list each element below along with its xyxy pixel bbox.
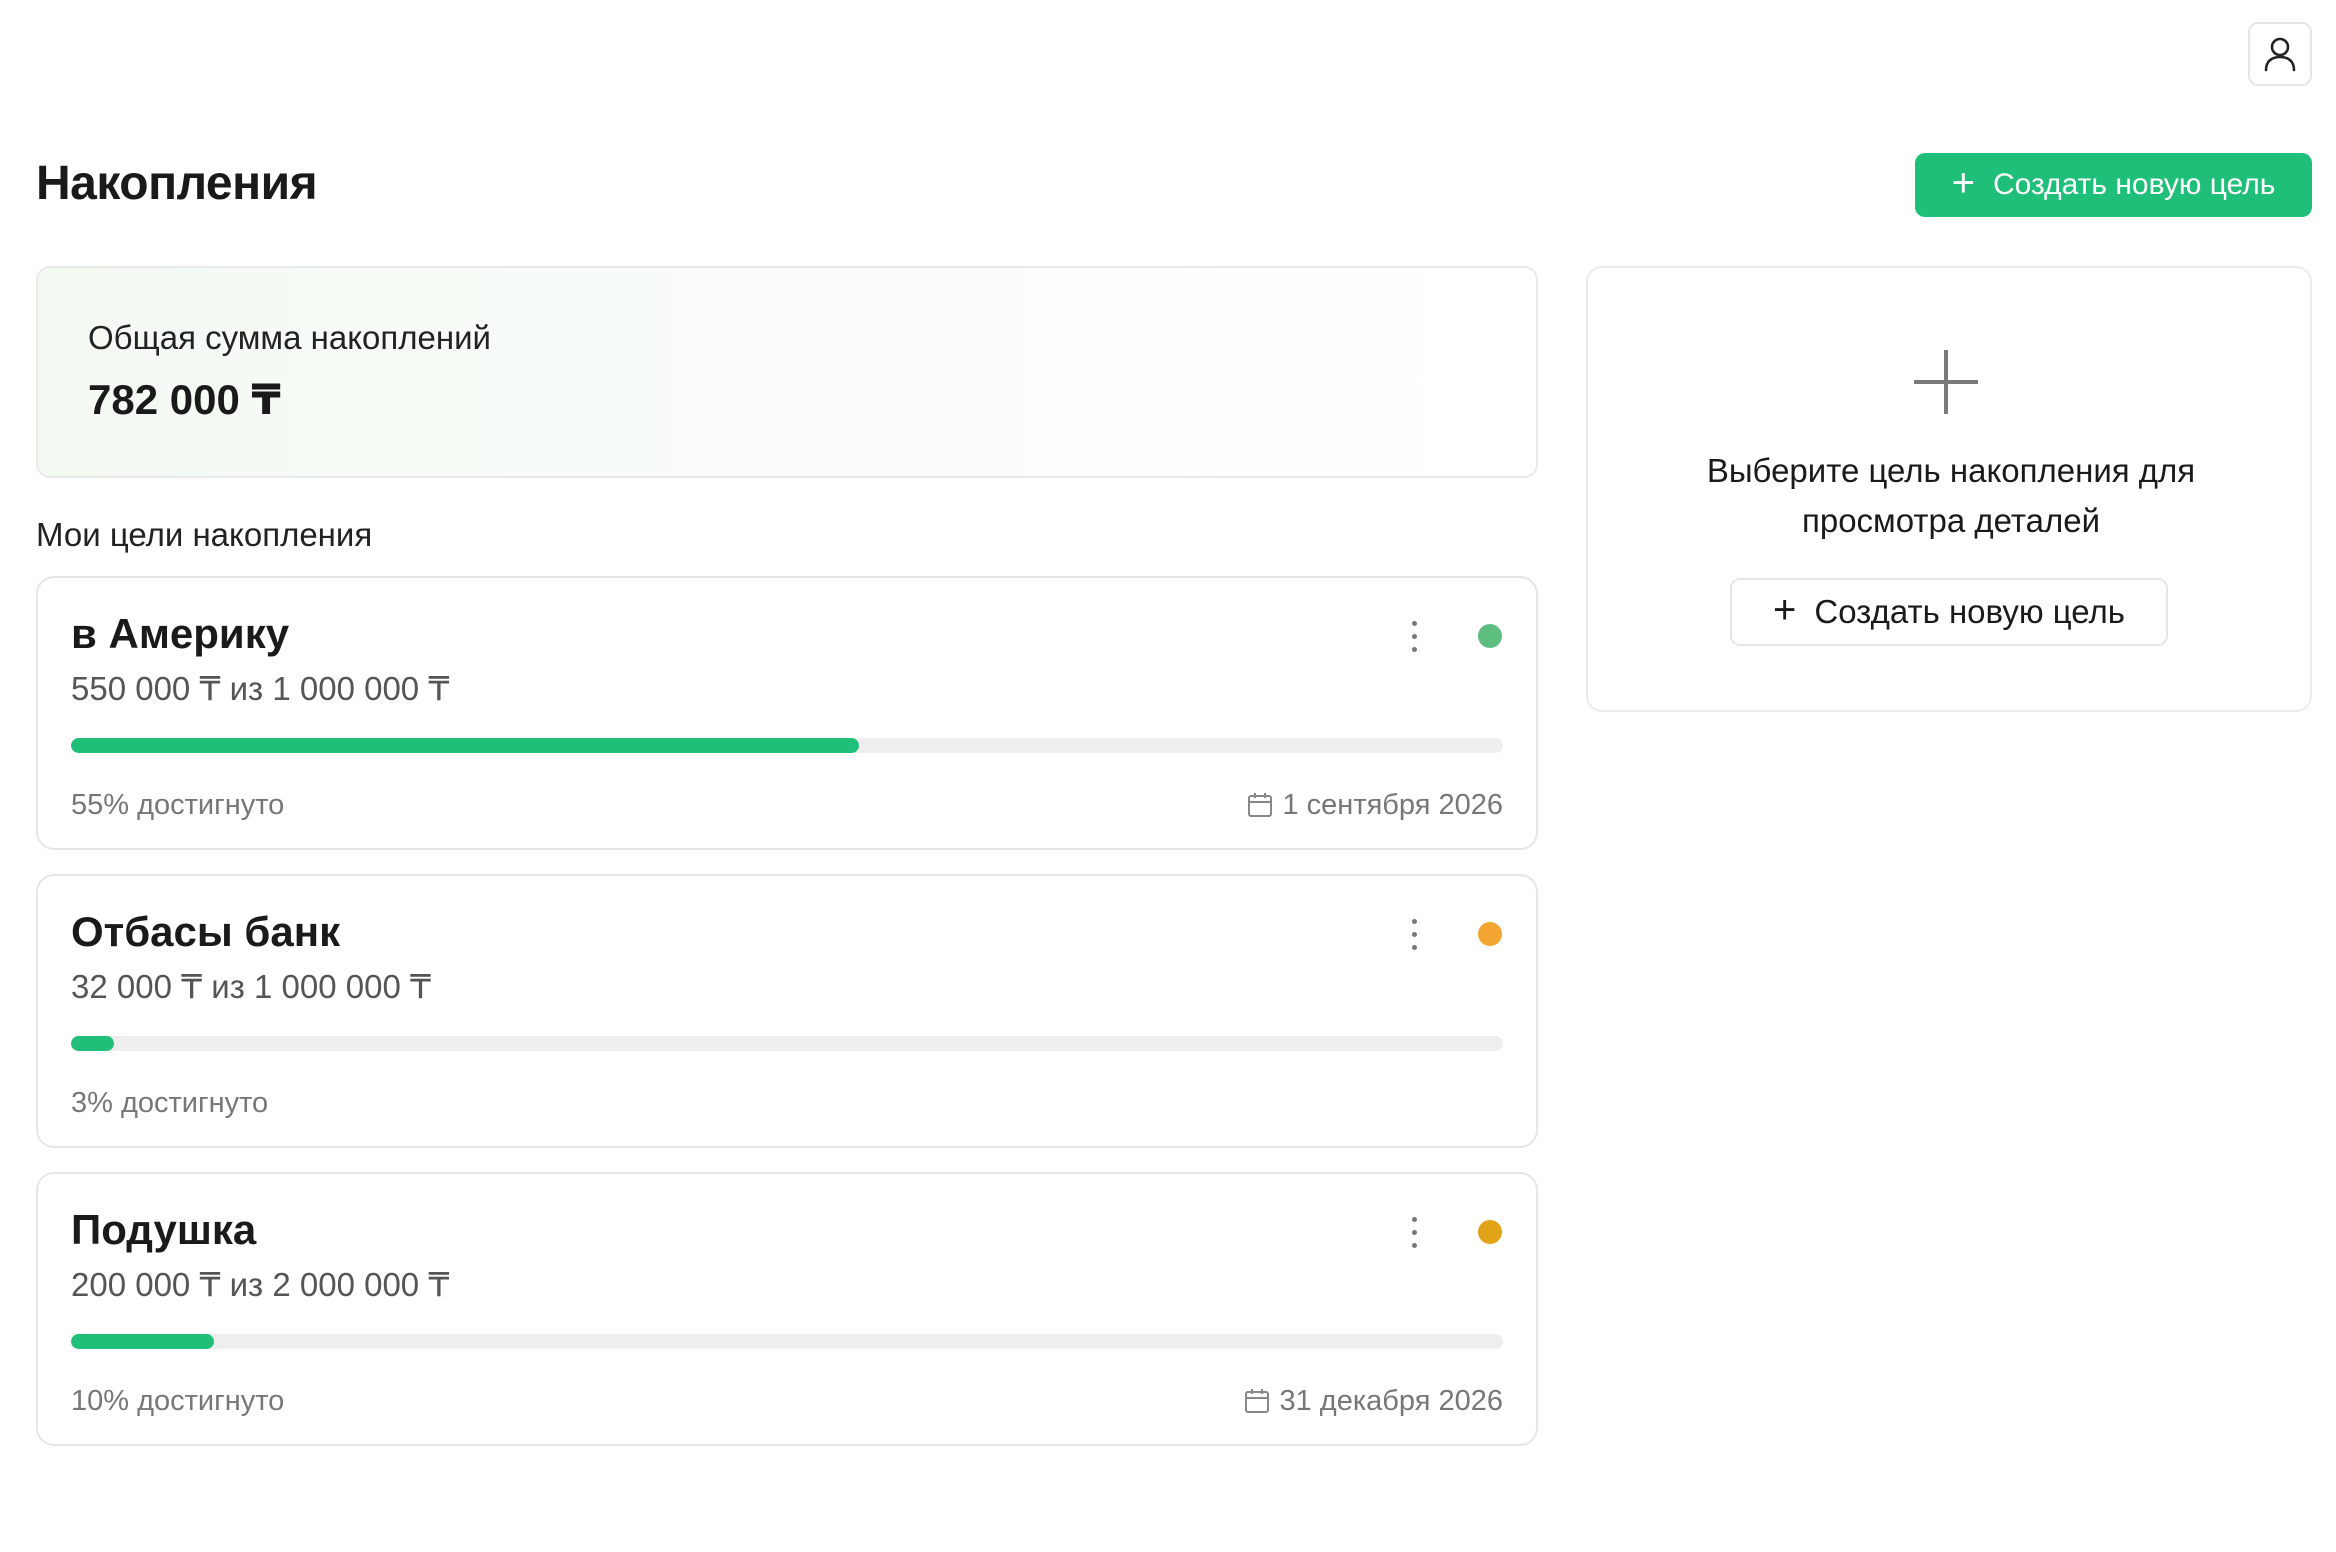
goal-card[interactable]: в Америку 550 000 ₸ из 1 000 000 ₸ 55% д… — [36, 576, 1538, 850]
goal-amount: 550 000 ₸ из 1 000 000 ₸ — [71, 670, 450, 707]
goal-deadline-text: 1 сентября 2026 — [1282, 789, 1503, 821]
goal-progress-bar — [71, 738, 1503, 753]
create-goal-button[interactable]: + Создать новую цель — [1915, 153, 2312, 217]
empty-state-message: Выберите цель накопления для просмотра д… — [1706, 452, 2196, 539]
page-title: Накопления — [36, 157, 318, 210]
create-goal-button-label: Создать новую цель — [1992, 168, 2276, 201]
goals-section-title: Мои цели накопления — [36, 516, 373, 553]
goal-status-dot — [1478, 624, 1502, 648]
create-goal-secondary-button[interactable]: + Создать новую цель — [1730, 578, 2168, 646]
user-icon — [2264, 37, 2296, 72]
goal-card[interactable]: Подушка 200 000 ₸ из 2 000 000 ₸ 10% дос… — [36, 1172, 1538, 1446]
goal-detail-panel: Выберите цель накопления для просмотра д… — [1586, 266, 2312, 712]
savings-page: Накопления + Создать новую цель Общая су… — [0, 0, 2336, 1552]
user-profile-button[interactable] — [2248, 22, 2312, 86]
goal-deadline: 1 сентября 2026 — [1246, 786, 1503, 824]
more-options-icon[interactable] — [1396, 1210, 1432, 1254]
more-options-icon[interactable] — [1396, 912, 1432, 956]
total-savings-value: 782 000 ₸ — [88, 376, 281, 423]
create-goal-secondary-label: Создать новую цель — [1814, 593, 2125, 630]
goal-percent: 10% достигнуто — [71, 1385, 285, 1417]
total-savings-label: Общая сумма накоплений — [88, 319, 491, 356]
goal-progress-fill — [71, 1036, 114, 1051]
goal-status-dot — [1478, 922, 1502, 946]
goal-amount: 32 000 ₸ из 1 000 000 ₸ — [71, 968, 431, 1005]
goal-deadline-text: 31 декабря 2026 — [1279, 1385, 1503, 1417]
goal-deadline: 31 декабря 2026 — [1243, 1382, 1503, 1420]
goal-amount: 200 000 ₸ из 2 000 000 ₸ — [71, 1266, 450, 1303]
goal-card[interactable]: Отбасы банк 32 000 ₸ из 1 000 000 ₸ 3% д… — [36, 874, 1538, 1148]
goal-name: Подушка — [71, 1206, 257, 1253]
plus-icon — [1914, 350, 1978, 414]
goal-progress-bar — [71, 1334, 1503, 1349]
goal-name: Отбасы банк — [71, 908, 341, 955]
plus-icon: + — [1773, 588, 1797, 632]
goal-name: в Америку — [71, 610, 290, 657]
goal-progress-fill — [71, 738, 859, 753]
goal-progress-bar — [71, 1036, 1503, 1051]
plus-icon: + — [1951, 161, 1975, 205]
goal-percent: 3% достигнуто — [71, 1087, 269, 1119]
more-options-icon[interactable] — [1396, 614, 1432, 658]
calendar-icon — [1248, 793, 1273, 817]
goal-status-dot — [1478, 1220, 1502, 1244]
goal-progress-fill — [71, 1334, 215, 1349]
calendar-icon — [1245, 1389, 1270, 1413]
goal-percent: 55% достигнуто — [71, 789, 285, 821]
total-savings-card: Общая сумма накоплений 782 000 ₸ — [36, 266, 1538, 478]
